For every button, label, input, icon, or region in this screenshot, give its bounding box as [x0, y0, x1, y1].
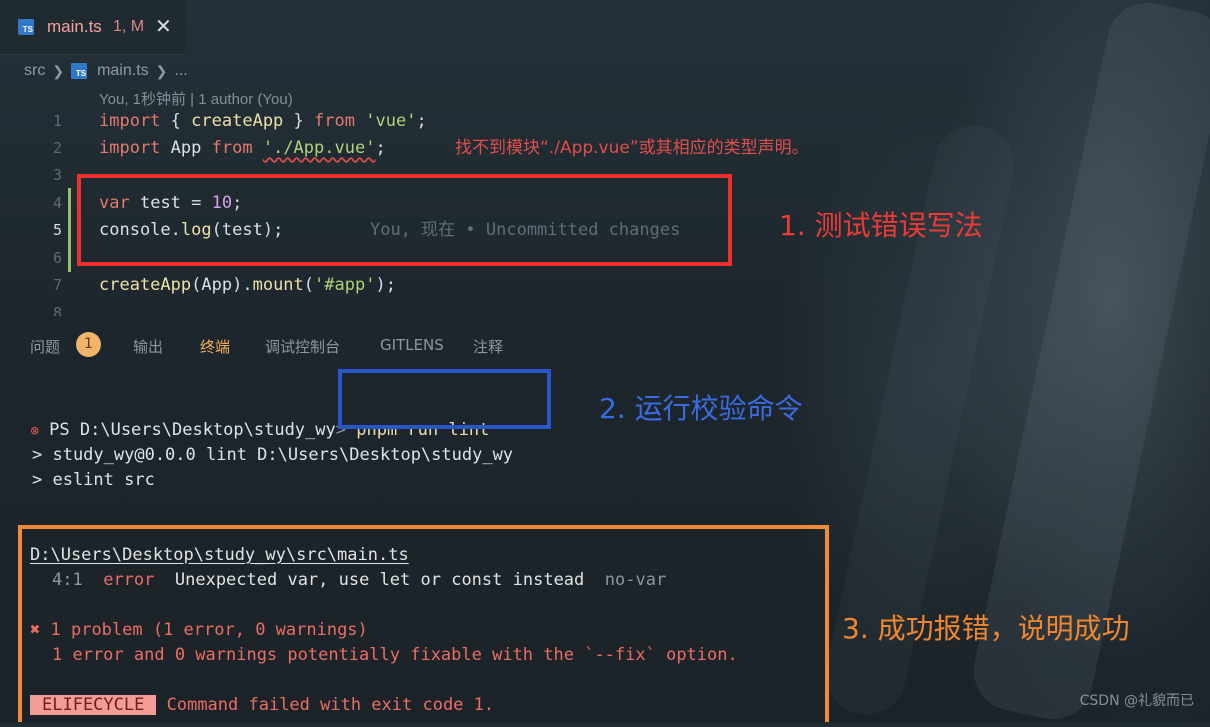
annotation-box-red — [77, 174, 732, 266]
ts-file-icon: TS — [18, 19, 34, 35]
line-number: 2 — [52, 139, 62, 157]
tab-filename: main.ts — [47, 17, 102, 36]
code-line[interactable]: 8 — [0, 300, 1210, 316]
tab-debug-console[interactable]: 调试控制台 — [265, 336, 340, 357]
tab-problems[interactable]: 问题 — [30, 336, 60, 357]
annotation-box-orange — [18, 525, 829, 722]
code-text: import App from './App.vue'; — [99, 138, 386, 158]
git-modified-gutter-marker — [68, 188, 71, 272]
tab-output[interactable]: 输出 — [133, 336, 163, 357]
error-circle-icon: ⊗ — [30, 423, 39, 439]
problems-count-badge: 1 — [76, 332, 101, 357]
line-number: 7 — [52, 276, 62, 294]
codelens-blame-header[interactable]: You, 1秒钟前 | 1 author (You) — [99, 88, 293, 109]
error-lens-diagnostic: 找不到模块“./App.vue”或其相应的类型声明。 — [455, 138, 809, 158]
line-number: 1 — [52, 112, 62, 130]
code-text: createApp(App).mount('#app'); — [99, 275, 396, 295]
line-number: 3 — [52, 166, 62, 184]
close-icon[interactable]: ✕ — [155, 14, 172, 38]
tab-status: 1, M — [113, 18, 145, 35]
terminal-output-line: > eslint src — [32, 470, 155, 490]
watermark: CSDN @礼貌而已 — [1079, 693, 1194, 709]
line-number: 8 — [52, 304, 62, 316]
breadcrumb-more[interactable]: ... — [174, 62, 187, 80]
line-number: 4 — [52, 194, 62, 212]
tab-gitlens[interactable]: GITLENS — [380, 336, 444, 354]
annotation-step3: 3. 成功报错，说明成功 — [842, 612, 1130, 645]
chevron-right-icon: ❯ — [155, 62, 168, 79]
annotation-step1: 1. 测试错误写法 — [779, 209, 983, 242]
line-number: 6 — [52, 249, 62, 267]
terminal-output-line: > study_wy@0.0.0 lint D:\Users\Desktop\s… — [32, 445, 514, 465]
chevron-right-icon: ❯ — [52, 62, 65, 79]
breadcrumb-folder[interactable]: src — [24, 62, 45, 80]
code-line[interactable]: 7 createApp(App).mount('#app'); — [0, 272, 1210, 298]
breadcrumb: src ❯ TS main.ts ❯ ... — [24, 60, 188, 82]
line-number: 5 — [52, 221, 62, 239]
editor-tab[interactable]: TS main.ts 1, M ✕ — [0, 0, 186, 55]
code-line[interactable]: 2 import App from './App.vue'; 找不到模块“./A… — [0, 135, 1210, 161]
breadcrumb-file[interactable]: main.ts — [97, 62, 149, 80]
ts-file-icon: TS — [71, 63, 88, 79]
code-line[interactable]: 1 import { createApp } from 'vue'; — [0, 108, 1210, 134]
tab-terminal[interactable]: 终端 — [200, 336, 230, 357]
annotation-box-blue — [338, 369, 551, 429]
tab-comments[interactable]: 注释 — [473, 336, 503, 357]
annotation-step2: 2. 运行校验命令 — [599, 392, 803, 425]
code-text: import { createApp } from 'vue'; — [99, 111, 427, 131]
